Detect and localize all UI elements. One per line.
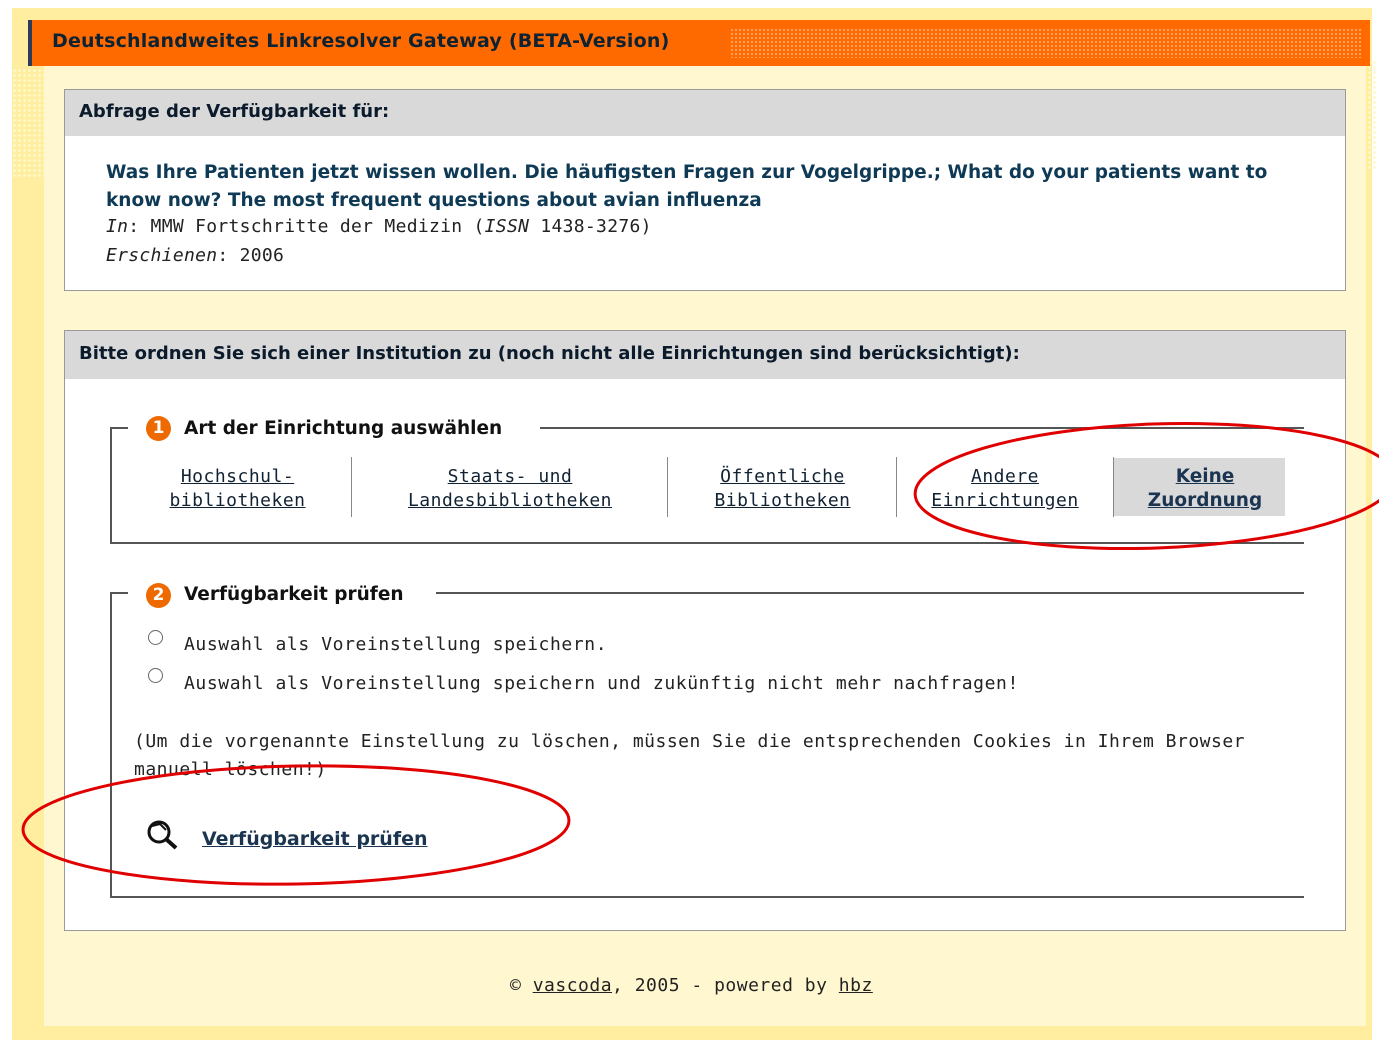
issn-label: ISSN bbox=[484, 216, 530, 237]
option-line: Bibliotheken bbox=[714, 490, 851, 511]
fieldset-border bbox=[110, 427, 128, 429]
issn-value: 1438-3276) bbox=[529, 216, 652, 237]
option-separator bbox=[667, 457, 668, 517]
option-line: Andere bbox=[970, 466, 1040, 487]
option-separator bbox=[896, 457, 897, 517]
vascoda-link[interactable]: vascoda bbox=[533, 975, 612, 996]
option-line: bibliotheken bbox=[169, 490, 306, 511]
option-line: Keine bbox=[1175, 466, 1235, 487]
option-line: Einrichtungen bbox=[931, 490, 1079, 511]
save-default-label: Auswahl als Voreinstellung speichern. bbox=[184, 634, 608, 655]
fieldset-border bbox=[110, 896, 1304, 898]
option-line: Öffentliche bbox=[720, 466, 845, 487]
hbz-link[interactable]: hbz bbox=[839, 975, 873, 996]
journal-text: : MMW Fortschritte der Medizin ( bbox=[128, 216, 485, 237]
fieldset-border bbox=[540, 427, 1304, 429]
step-1-label: Art der Einrichtung auswählen bbox=[184, 418, 503, 439]
option-oeffentliche-bibliotheken[interactable]: Öffentliche Bibliotheken bbox=[700, 465, 865, 513]
institution-heading: Bitte ordnen Sie sich einer Institution … bbox=[65, 331, 1345, 379]
option-line: Staats- und bbox=[447, 466, 573, 487]
fieldset-border bbox=[110, 592, 112, 898]
article-title: Was Ihre Patienten jetzt wissen wollen. … bbox=[106, 162, 1268, 211]
published-line: Erschienen: 2006 bbox=[106, 245, 284, 266]
fieldset-border bbox=[110, 427, 112, 544]
copyright-text: © bbox=[510, 975, 533, 996]
in-label: In bbox=[106, 216, 129, 237]
option-staats-landesbibliotheken[interactable]: Staats- und Landesbibliotheken bbox=[390, 465, 630, 513]
step-1-badge: 1 bbox=[146, 416, 171, 441]
journal-line: In: MMW Fortschritte der Medizin (ISSN 1… bbox=[106, 216, 652, 237]
availability-heading: Abfrage der Verfügbarkeit für: bbox=[65, 90, 1345, 136]
save-default-no-ask-radio[interactable] bbox=[148, 668, 163, 683]
cookie-note: (Um die vorgenannte Einstellung zu lösch… bbox=[134, 731, 1246, 780]
save-default-radio[interactable] bbox=[148, 630, 163, 645]
step-2-badge: 2 bbox=[146, 583, 171, 608]
decorative-dots bbox=[12, 68, 46, 178]
header-title: Deutschlandweites Linkresolver Gateway (… bbox=[52, 30, 670, 52]
option-line: Landesbibliotheken bbox=[407, 490, 613, 511]
option-line: Zuordnung bbox=[1147, 490, 1263, 511]
search-icon[interactable] bbox=[146, 818, 182, 852]
option-line: Hochschul- bbox=[180, 466, 295, 487]
check-availability-link[interactable]: Verfügbarkeit prüfen bbox=[202, 828, 428, 850]
footer-text: , 2005 - powered by bbox=[612, 975, 839, 996]
fieldset-border bbox=[110, 592, 128, 594]
option-hochschulbibliotheken[interactable]: Hochschul- bibliotheken bbox=[150, 465, 325, 513]
save-default-no-ask-label: Auswahl als Voreinstellung speichern und… bbox=[184, 673, 1019, 694]
fieldset-border bbox=[436, 592, 1304, 594]
option-andere-einrichtungen[interactable]: Andere Einrichtungen bbox=[920, 465, 1090, 513]
option-separator bbox=[351, 457, 352, 517]
option-keine-zuordnung[interactable]: Keine Zuordnung bbox=[1120, 465, 1290, 513]
published-label: Erschienen bbox=[106, 245, 218, 266]
step-2-label: Verfügbarkeit prüfen bbox=[184, 584, 404, 605]
header-pattern bbox=[730, 28, 1362, 58]
published-value: : 2006 bbox=[217, 245, 285, 266]
fieldset-border bbox=[110, 542, 1304, 544]
footer: © vascoda, 2005 - powered by hbz bbox=[510, 975, 873, 996]
